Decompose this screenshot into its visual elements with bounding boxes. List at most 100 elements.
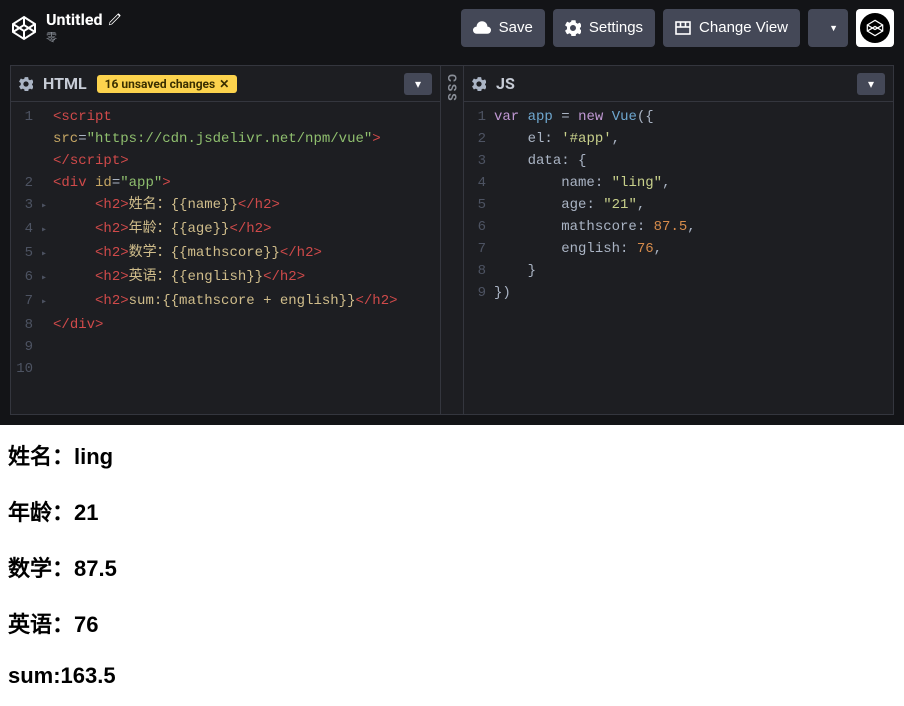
code-line[interactable]: 2 <div id="app">	[11, 172, 440, 194]
code-source[interactable]: mathscore: 87.5,	[494, 216, 696, 238]
fold-marker[interactable]	[41, 314, 53, 336]
js-editor[interactable]: 1var app = new Vue({2 el: '#app',3 data:…	[464, 102, 893, 414]
code-line[interactable]: 7 english: 76,	[464, 238, 893, 260]
fold-marker[interactable]	[41, 172, 53, 194]
code-line[interactable]: 4▸ <h2>年龄：{{age}}</h2>	[11, 218, 440, 242]
editors-row: HTML 16 unsaved changes ✕ ▾ 1<scriptsrc=…	[0, 55, 904, 425]
code-line[interactable]: 8 }	[464, 260, 893, 282]
fold-marker[interactable]: ▸	[41, 242, 53, 266]
line-number: 1	[464, 106, 494, 128]
preview-line: sum:163.5	[8, 663, 896, 689]
fold-marker[interactable]: ▸	[41, 290, 53, 314]
unsaved-badge[interactable]: 16 unsaved changes ✕	[97, 75, 238, 93]
settings-label: Settings	[589, 19, 643, 36]
line-number: 4	[464, 172, 494, 194]
code-source[interactable]: age: "21",	[494, 194, 645, 216]
line-number: 2	[464, 128, 494, 150]
avatar[interactable]	[856, 9, 894, 47]
preview-line: 姓名：ling	[8, 439, 896, 471]
code-source[interactable]: el: '#app',	[494, 128, 620, 150]
code-line[interactable]: 3▸ <h2>姓名：{{name}}</h2>	[11, 194, 440, 218]
code-line[interactable]: 5▸ <h2>数学：{{mathscore}}</h2>	[11, 242, 440, 266]
edit-title-icon[interactable]	[108, 13, 121, 26]
layout-icon	[675, 21, 691, 35]
line-number: 5	[464, 194, 494, 216]
code-line[interactable]: 7▸ <h2>sum:{{mathscore + english}}</h2>	[11, 290, 440, 314]
fold-marker[interactable]	[41, 150, 53, 172]
code-line[interactable]: 5 age: "21",	[464, 194, 893, 216]
code-source[interactable]: <script	[53, 106, 112, 128]
fold-marker[interactable]	[41, 358, 53, 380]
line-number: 8	[464, 260, 494, 282]
fold-marker[interactable]	[41, 128, 53, 150]
gear-icon[interactable]	[19, 77, 33, 91]
code-line[interactable]: </script>	[11, 150, 440, 172]
fold-marker[interactable]	[41, 336, 53, 358]
code-source[interactable]: english: 76,	[494, 238, 662, 260]
code-source[interactable]: }	[494, 260, 536, 282]
code-source[interactable]: <h2>年龄：{{age}}</h2>	[53, 218, 271, 242]
code-line[interactable]: 1var app = new Vue({	[464, 106, 893, 128]
code-source[interactable]: <h2>sum:{{mathscore + english}}</h2>	[53, 290, 398, 314]
line-number: 5	[11, 242, 41, 266]
codepen-logo[interactable]	[10, 14, 38, 42]
code-source[interactable]: <div id="app">	[53, 172, 171, 194]
pin-button[interactable]: ▼	[808, 9, 848, 47]
code-source[interactable]: <h2>英语：{{english}}</h2>	[53, 266, 305, 290]
code-line[interactable]: 4 name: "ling",	[464, 172, 893, 194]
code-source[interactable]: <h2>姓名：{{name}}</h2>	[53, 194, 280, 218]
css-pane-title: CSS	[445, 74, 459, 103]
code-line[interactable]: 9	[11, 336, 440, 358]
code-source[interactable]: })	[494, 282, 511, 304]
code-line[interactable]: 6▸ <h2>英语：{{english}}</h2>	[11, 266, 440, 290]
code-line[interactable]: 10	[11, 358, 440, 380]
code-source[interactable]: var app = new Vue({	[494, 106, 654, 128]
change-view-button[interactable]: Change View	[663, 9, 800, 47]
preview-pane: 姓名：ling 年龄：21 数学：87.5 英语：76 sum:163.5	[0, 425, 904, 706]
line-number: 6	[464, 216, 494, 238]
line-number: 2	[11, 172, 41, 194]
code-source[interactable]: name: "ling",	[494, 172, 670, 194]
code-line[interactable]: src="https://cdn.jsdelivr.net/npm/vue">	[11, 128, 440, 150]
html-editor[interactable]: 1<scriptsrc="https://cdn.jsdelivr.net/np…	[11, 102, 440, 414]
fold-marker[interactable]: ▸	[41, 218, 53, 242]
code-source[interactable]: </div>	[53, 314, 103, 336]
fold-marker[interactable]: ▸	[41, 194, 53, 218]
code-line[interactable]: 2 el: '#app',	[464, 128, 893, 150]
fold-marker[interactable]	[41, 106, 53, 128]
line-number: 4	[11, 218, 41, 242]
chevron-down-icon[interactable]: ▾	[404, 73, 432, 95]
code-source[interactable]: <h2>数学：{{mathscore}}</h2>	[53, 242, 322, 266]
code-line[interactable]: 9})	[464, 282, 893, 304]
code-line[interactable]: 8</div>	[11, 314, 440, 336]
top-header: Untitled 零 Save Settings Change View ▼	[0, 0, 904, 55]
settings-button[interactable]: Settings	[553, 9, 655, 47]
close-icon[interactable]: ✕	[219, 77, 229, 91]
line-number: 3	[11, 194, 41, 218]
line-number	[11, 150, 41, 172]
js-pane: JS ▾ 1var app = new Vue({2 el: '#app',3 …	[463, 65, 894, 415]
html-pane-header: HTML 16 unsaved changes ✕ ▾	[11, 66, 440, 102]
html-pane-title: HTML	[43, 74, 87, 93]
line-number: 3	[464, 150, 494, 172]
gear-icon[interactable]	[472, 77, 486, 91]
css-collapsed-pane[interactable]: CSS	[441, 65, 463, 415]
chevron-down-icon[interactable]: ▾	[857, 73, 885, 95]
code-line[interactable]: 6 mathscore: 87.5,	[464, 216, 893, 238]
pen-author[interactable]: 零	[46, 29, 453, 45]
line-number: 7	[464, 238, 494, 260]
code-line[interactable]: 1<script	[11, 106, 440, 128]
unsaved-badge-text: 16 unsaved changes	[105, 77, 216, 91]
code-line[interactable]: 3 data: {	[464, 150, 893, 172]
gear-icon	[565, 20, 581, 36]
code-source[interactable]: </script>	[53, 150, 129, 172]
code-source[interactable]: src="https://cdn.jsdelivr.net/npm/vue">	[53, 128, 381, 150]
cloud-icon	[473, 21, 491, 34]
pen-title[interactable]: Untitled	[46, 10, 102, 29]
chevron-down-icon: ▼	[829, 23, 838, 33]
code-source[interactable]: data: {	[494, 150, 586, 172]
preview-line: 英语：76	[8, 607, 896, 639]
save-button[interactable]: Save	[461, 9, 545, 47]
js-pane-title: JS	[496, 74, 515, 93]
fold-marker[interactable]: ▸	[41, 266, 53, 290]
